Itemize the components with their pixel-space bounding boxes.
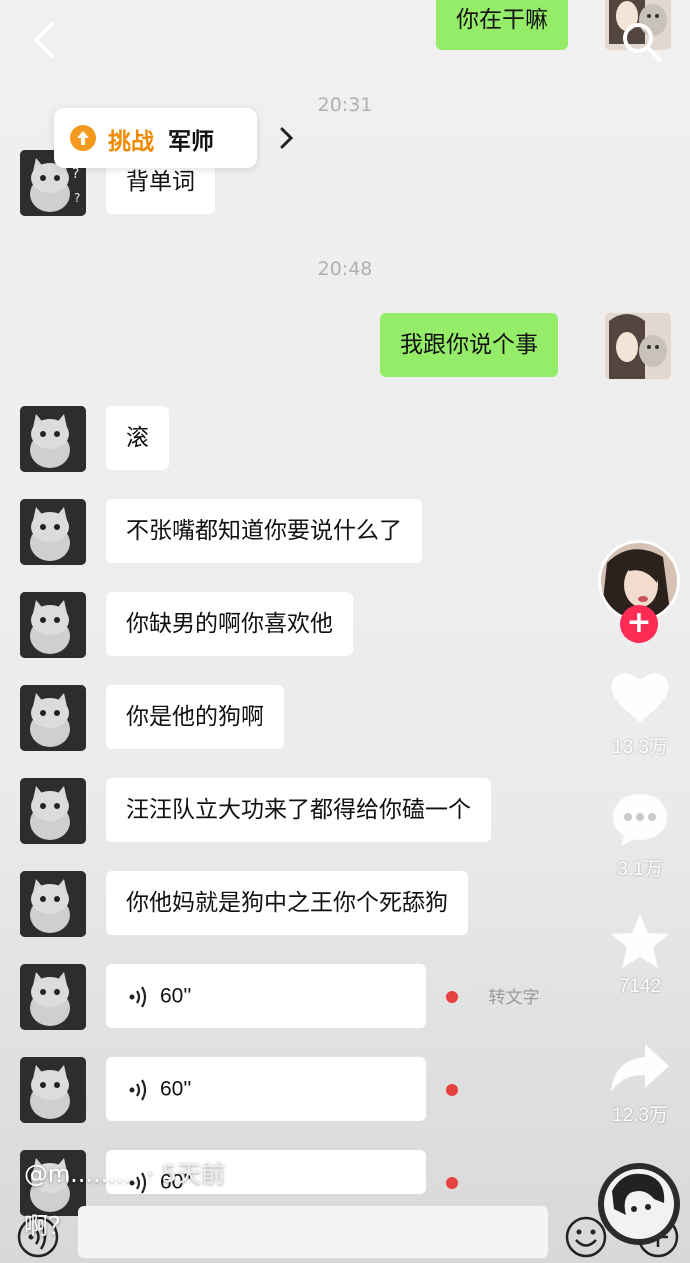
to-text-button[interactable]: 转文字 [472,982,556,1014]
like-button[interactable]: 13.3万 [600,668,680,759]
unread-dot [446,1084,458,1096]
message-bubble-left: 汪汪队立大功来了都得给你磕一个 [106,778,491,842]
challenge-icon [70,125,96,151]
comment-count: 3.1万 [617,859,663,880]
message-bubble-right: 我跟你说个事 [380,313,558,377]
search-icon [623,23,662,62]
avatar-contact[interactable] [20,964,86,1030]
avatar-image [605,313,671,379]
timestamp: 20:48 [317,258,373,280]
music-cover-image [604,1169,674,1239]
voice-message[interactable]: 60'' [106,1057,426,1121]
avatar-contact[interactable] [20,685,86,751]
cat-avatar-image [20,592,86,658]
avatar-self[interactable] [605,313,671,379]
cat-avatar-image [20,964,86,1030]
message-text: 汪汪队立大功来了都得给你磕一个 [126,797,471,823]
avatar-contact[interactable] [20,592,86,658]
message-bubble-left: 你是他的狗啊 [106,685,284,749]
comment-icon [613,794,667,846]
challenge-banner[interactable]: 挑战 军师 [54,108,294,168]
voice-wave-icon [129,1078,147,1101]
voice-duration: 60'' [160,1077,192,1101]
back-button[interactable] [24,18,64,62]
cat-avatar-image [20,499,86,565]
message-text: 你在干嘛 [456,7,548,33]
share-button[interactable]: 12.3万 [600,1040,680,1127]
voice-duration: 60'' [160,984,192,1008]
voice-message[interactable]: 60'' [106,964,426,1028]
message-text: 我跟你说个事 [400,332,538,358]
message-text: 背单词 [126,169,195,195]
cat-avatar-image [20,685,86,751]
favorite-button[interactable]: 7142 [600,912,680,998]
share-count: 12.3万 [612,1105,668,1126]
message-text: 你他妈就是狗中之王你个死舔狗 [126,890,448,916]
message-bubble-right: 你在干嘛 [436,0,568,50]
message-bubble-left: 不张嘴都知道你要说什么了 [106,499,422,563]
message-bubble-left: 滚 [106,406,169,470]
video-caption: 啊？ [24,1212,72,1240]
challenge-label: 挑战 [108,129,154,155]
avatar-contact[interactable] [20,499,86,565]
comment-button[interactable]: 3.1万 [600,790,680,881]
chat-screen: 你在干嘛 20:31 ? ? 背单词 挑战 军师 20:48 我跟你说个事 滚 … [0,0,690,1263]
music-disc[interactable] [598,1163,680,1245]
search-button[interactable] [616,16,668,68]
favorite-count: 7142 [618,976,662,997]
cat-avatar-image [20,778,86,844]
message-text: 不张嘴都知道你要说什么了 [126,518,402,544]
cat-avatar-image [20,406,86,472]
avatar-contact[interactable] [20,778,86,844]
avatar-contact[interactable] [20,406,86,472]
unread-dot [446,991,458,1003]
message-input[interactable] [78,1206,548,1258]
post-time: · 5天前 [146,1160,225,1188]
message-text: 你缺男的啊你喜欢他 [126,611,333,637]
svg-text:?: ? [72,166,79,182]
svg-text:?: ? [74,191,80,205]
voice-wave-icon [129,985,147,1008]
message-bubble-left: 你他妈就是狗中之王你个死舔狗 [106,871,468,935]
cat-avatar-image [20,1057,86,1123]
chevron-right-icon [280,127,294,149]
follow-button[interactable]: + [620,605,658,643]
unread-dot [446,1177,458,1189]
message-bubble-left: 你缺男的啊你喜欢他 [106,592,353,656]
message-text: 滚 [126,425,149,451]
like-count: 13.3万 [612,737,668,758]
heart-icon [611,673,669,722]
avatar-contact[interactable] [20,871,86,937]
avatar-contact[interactable] [20,1057,86,1123]
author-info[interactable]: @ꭑ......... · 5天前 [24,1154,225,1190]
star-icon [611,914,669,968]
back-icon [34,22,54,58]
cat-avatar-image [20,871,86,937]
author-username[interactable]: @ꭑ......... [24,1160,139,1188]
message-text: 你是他的狗啊 [126,704,264,730]
challenge-name: 军师 [168,129,214,155]
share-icon [611,1044,669,1092]
